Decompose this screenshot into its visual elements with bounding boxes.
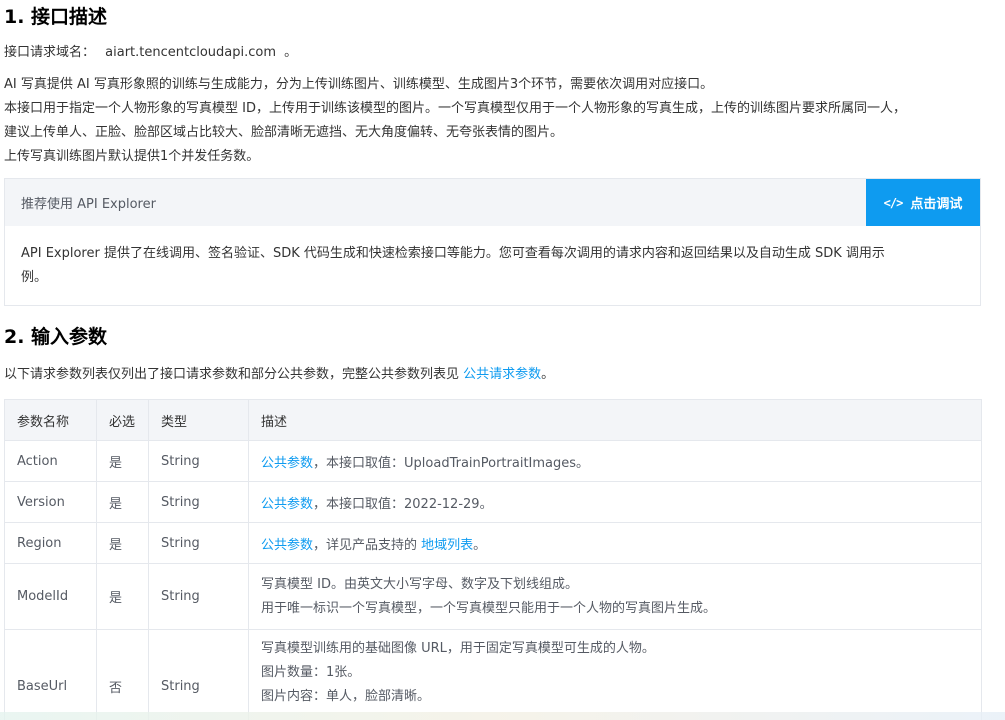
column-header-type: 类型 xyxy=(148,399,249,441)
description-line: AI 写真提供 AI 写真形象照的训练与生成能力，分为上传训练图片、训练模型、生… xyxy=(4,77,714,92)
param-description-line: 写真模型训练用的基础图像 URL，用于固定写真模型可生成的人物。 xyxy=(261,641,655,656)
api-explorer-description: API Explorer 提供了在线调用、签名验证、SDK 代码生成和快速检索接… xyxy=(5,226,980,290)
param-description-text: ，详见产品支持的 xyxy=(313,537,422,553)
common-params-link[interactable]: 公共参数 xyxy=(261,497,313,512)
table-row: Version 是 String 公共参数，本接口取值：2022-12-29。 xyxy=(4,481,982,523)
api-explorer-box: 推荐使用 API Explorer </> 点击调试 API Explorer … xyxy=(4,178,981,306)
table-row: BaseUrl 否 String 写真模型训练用的基础图像 URL，用于固定写真… xyxy=(4,629,982,720)
api-explorer-title: 推荐使用 API Explorer xyxy=(21,197,156,212)
param-required: 是 xyxy=(96,522,149,564)
param-type: String xyxy=(148,563,249,630)
param-description-line: 图片内容：单人，脸部清晰。 xyxy=(261,689,431,704)
param-description-text: ，本接口取值：UploadTrainPortraitImages。 xyxy=(313,455,590,471)
param-description-line: 图片数量：1张。 xyxy=(261,665,361,680)
common-params-link[interactable]: 公共参数 xyxy=(261,538,313,553)
param-required: 否 xyxy=(96,629,149,720)
param-description: 写真模型 ID。由英文大小写字母、数字及下划线组成。 用于唯一标识一个写真模型，… xyxy=(248,563,982,630)
table-header-row: 参数名称 必选 类型 描述 xyxy=(4,399,982,441)
param-description-line: 写真模型 ID。由英文大小写字母、数字及下划线组成。 xyxy=(261,576,578,592)
param-description-text: ，本接口取值：2022-12-29。 xyxy=(313,496,493,512)
common-params-link[interactable]: 公共请求参数 xyxy=(463,367,541,382)
column-header-name: 参数名称 xyxy=(4,399,97,441)
table-row: Region 是 String 公共参数，详见产品支持的 地域列表。 xyxy=(4,522,982,564)
params-intro: 以下请求参数列表仅列出了接口请求参数和部分公共参数，完整公共参数列表见 公共请求… xyxy=(4,363,554,387)
param-description-line: 用于唯一标识一个写真模型，一个写真模型只能用于一个人物的写真图片生成。 xyxy=(261,600,717,616)
debug-button[interactable]: </> 点击调试 xyxy=(866,179,980,226)
param-required: 是 xyxy=(96,563,149,630)
region-list-link[interactable]: 地域列表 xyxy=(421,538,473,553)
section-title-input-params: 2. 输入参数 xyxy=(4,326,108,348)
param-type: String xyxy=(148,522,249,564)
param-name: ModelId xyxy=(4,563,97,630)
param-name: Region xyxy=(4,522,97,564)
params-intro-suffix: 。 xyxy=(541,367,555,382)
api-doc-page: 1. 接口描述 接口请求域名： aiart.tencentcloudapi.co… xyxy=(0,0,1005,720)
params-table: 参数名称 必选 类型 描述 Action 是 String 公共参数，本接口取值… xyxy=(4,399,982,720)
param-type: String xyxy=(148,629,249,720)
domain-line: 接口请求域名： aiart.tencentcloudapi.com 。 xyxy=(4,41,297,65)
domain-label: 接口请求域名： xyxy=(4,45,96,60)
api-explorer-header: 推荐使用 API Explorer </> 点击调试 xyxy=(5,179,980,226)
api-explorer-line: API Explorer 提供了在线调用、签名验证、SDK 代码生成和快速检索接… xyxy=(21,246,885,261)
description-line: 上传写真训练图片默认提供1个并发任务数。 xyxy=(4,149,260,164)
table-row: ModelId 是 String 写真模型 ID。由英文大小写字母、数字及下划线… xyxy=(4,563,982,630)
description-line: 本接口用于指定一个人物形象的写真模型 ID，上传用于训练该模型的图片。一个写真模… xyxy=(4,101,906,116)
param-required: 是 xyxy=(96,481,149,523)
param-name: Version xyxy=(4,481,97,523)
param-type: String xyxy=(148,481,249,523)
param-description: 写真模型训练用的基础图像 URL，用于固定写真模型可生成的人物。 图片数量：1张… xyxy=(248,629,982,720)
description-line: 建议上传单人、正脸、脸部区域占比较大、脸部清晰无遮挡、无大角度偏转、无夸张表情的… xyxy=(4,125,564,140)
description-paragraph: AI 写真提供 AI 写真形象照的训练与生成能力，分为上传训练图片、训练模型、生… xyxy=(4,73,906,169)
section-title-description: 1. 接口描述 xyxy=(4,6,108,28)
debug-button-label: 点击调试 xyxy=(910,197,963,212)
column-header-description: 描述 xyxy=(248,399,982,441)
param-description: 公共参数，本接口取值：2022-12-29。 xyxy=(248,481,982,523)
param-name: BaseUrl xyxy=(4,629,97,720)
param-description-suffix: 。 xyxy=(473,537,487,553)
table-row: Action 是 String 公共参数，本接口取值：UploadTrainPo… xyxy=(4,440,982,482)
code-icon: </> xyxy=(883,195,904,210)
param-name: Action xyxy=(4,440,97,482)
param-description: 公共参数，详见产品支持的 地域列表。 xyxy=(248,522,982,564)
param-type: String xyxy=(148,440,249,482)
api-explorer-line: 例。 xyxy=(21,270,48,285)
domain-suffix: 。 xyxy=(284,45,298,60)
column-header-required: 必选 xyxy=(96,399,149,441)
bottom-gradient-strip xyxy=(0,712,1005,720)
param-description: 公共参数，本接口取值：UploadTrainPortraitImages。 xyxy=(248,440,982,482)
param-required: 是 xyxy=(96,440,149,482)
domain-value: aiart.tencentcloudapi.com xyxy=(105,45,277,60)
common-params-link[interactable]: 公共参数 xyxy=(261,456,313,471)
params-intro-text: 以下请求参数列表仅列出了接口请求参数和部分公共参数，完整公共参数列表见 xyxy=(4,367,464,382)
